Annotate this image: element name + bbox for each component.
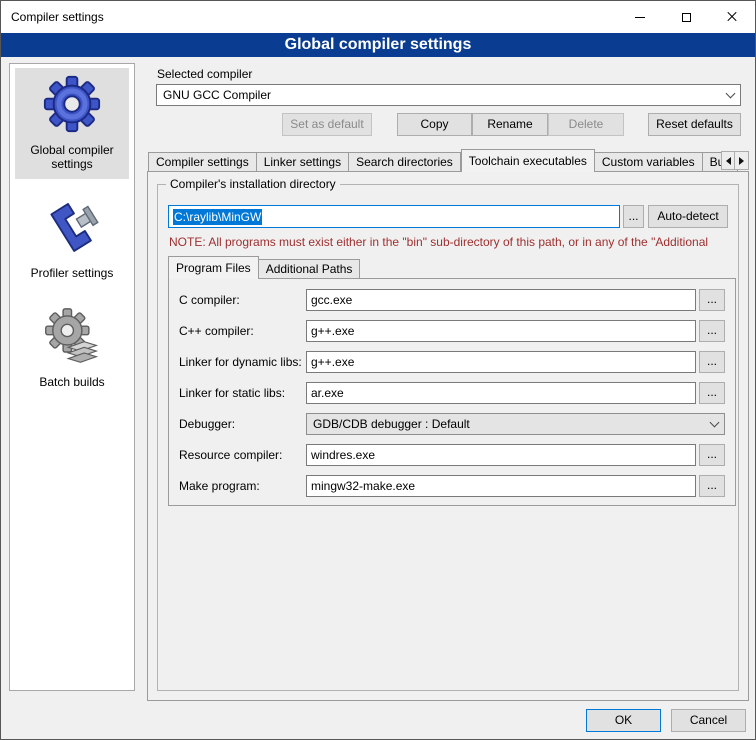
tab-scroll-right-button[interactable]: [735, 151, 749, 170]
make-program-label: Make program:: [179, 479, 306, 493]
resource-compiler-label: Resource compiler:: [179, 448, 306, 462]
sidebar-item-label: Batch builds: [17, 375, 127, 389]
cpp-compiler-label: C++ compiler:: [179, 324, 306, 338]
cancel-button[interactable]: Cancel: [671, 709, 746, 732]
compiler-actions: Set as default Copy Rename Delete Reset …: [156, 113, 741, 136]
tab-program-files[interactable]: Program Files: [168, 256, 259, 279]
selected-compiler-label: Selected compiler: [157, 67, 252, 81]
grey-gear-stack-icon: [42, 307, 102, 367]
window-title: Compiler settings: [11, 10, 104, 24]
sidebar-item-label: Profiler settings: [17, 266, 127, 280]
debugger-value: GDB/CDB debugger : Default: [313, 417, 470, 431]
field-row-debugger: Debugger: GDB/CDB debugger : Default: [179, 413, 725, 435]
program-files-panel: C compiler: ... C++ compiler: ... Linker…: [168, 278, 736, 506]
tab-scroll-buttons: [721, 151, 749, 170]
cpp-compiler-input[interactable]: [306, 320, 696, 342]
resource-compiler-browse-button[interactable]: ...: [699, 444, 725, 466]
installation-directory-row: C:\raylib\MinGW ... Auto-detect: [168, 205, 728, 228]
browse-directory-button[interactable]: ...: [623, 205, 644, 228]
arrow-left-icon: [726, 157, 731, 165]
delete-button: Delete: [548, 113, 624, 136]
tab-toolchain-executables[interactable]: Toolchain executables: [461, 149, 595, 172]
chevron-down-icon: [720, 85, 740, 105]
dynamic-linker-browse-button[interactable]: ...: [699, 351, 725, 373]
rename-button[interactable]: Rename: [472, 113, 548, 136]
c-compiler-input[interactable]: [306, 289, 696, 311]
debugger-label: Debugger:: [179, 417, 306, 431]
installation-directory-selected-text: C:\raylib\MinGW: [173, 209, 262, 225]
minimize-icon: [635, 17, 645, 18]
resource-compiler-input[interactable]: [306, 444, 696, 466]
titlebar: Compiler settings: [1, 1, 755, 33]
blue-gear-icon: [41, 73, 103, 135]
compiler-settings-dialog: Compiler settings Global compiler settin…: [0, 0, 756, 740]
bin-subdirectory-note: NOTE: All programs must exist either in …: [169, 235, 732, 249]
dynamic-linker-label: Linker for dynamic libs:: [179, 355, 306, 369]
sidebar-item-profiler-settings[interactable]: Profiler settings: [15, 193, 129, 288]
static-linker-input[interactable]: [306, 382, 696, 404]
c-compiler-browse-button[interactable]: ...: [699, 289, 725, 311]
tab-scroll-left-button[interactable]: [721, 151, 735, 170]
close-icon: [726, 11, 738, 23]
page-title: Global compiler settings: [1, 33, 755, 57]
installation-directory-input[interactable]: C:\raylib\MinGW: [168, 205, 620, 228]
sidebar-item-batch-builds[interactable]: Batch builds: [15, 302, 129, 397]
installation-directory-group-title: Compiler's installation directory: [166, 177, 340, 191]
tab-search-directories[interactable]: Search directories: [349, 152, 461, 172]
toolchain-executables-panel: Compiler's installation directory C:\ray…: [147, 171, 749, 701]
cpp-compiler-browse-button[interactable]: ...: [699, 320, 725, 342]
dynamic-linker-input[interactable]: [306, 351, 696, 373]
debugger-dropdown[interactable]: GDB/CDB debugger : Default: [306, 413, 725, 435]
settings-tab-bar: Compiler settings Linker settings Search…: [148, 149, 749, 172]
reset-defaults-button[interactable]: Reset defaults: [648, 113, 741, 136]
ok-button[interactable]: OK: [586, 709, 661, 732]
field-row-make-program: Make program: ...: [179, 475, 725, 497]
caption-buttons: [617, 1, 755, 33]
tab-additional-paths[interactable]: Additional Paths: [259, 259, 361, 279]
tab-linker-settings[interactable]: Linker settings: [257, 152, 349, 172]
field-row-dynamic-linker: Linker for dynamic libs: ...: [179, 351, 725, 373]
tab-compiler-settings[interactable]: Compiler settings: [148, 152, 257, 172]
program-files-tab-bar: Program Files Additional Paths: [168, 256, 360, 279]
field-row-resource-compiler: Resource compiler: ...: [179, 444, 725, 466]
sidebar-item-global-compiler-settings[interactable]: Global compiler settings: [15, 68, 129, 179]
maximize-icon: [682, 13, 691, 22]
field-row-cpp-compiler: C++ compiler: ...: [179, 320, 725, 342]
installation-directory-groupbox: Compiler's installation directory C:\ray…: [157, 184, 739, 691]
static-linker-browse-button[interactable]: ...: [699, 382, 725, 404]
auto-detect-button[interactable]: Auto-detect: [648, 205, 728, 228]
chevron-down-icon: [704, 414, 724, 434]
set-as-default-button: Set as default: [282, 113, 372, 136]
field-row-static-linker: Linker for static libs: ...: [179, 382, 725, 404]
close-button[interactable]: [709, 1, 755, 33]
tab-custom-variables[interactable]: Custom variables: [595, 152, 703, 172]
arrow-right-icon: [739, 157, 744, 165]
profiler-clamp-icon: [42, 198, 102, 258]
minimize-button[interactable]: [617, 1, 663, 33]
static-linker-label: Linker for static libs:: [179, 386, 306, 400]
make-program-input[interactable]: [306, 475, 696, 497]
field-row-c-compiler: C compiler: ...: [179, 289, 725, 311]
selected-compiler-dropdown[interactable]: GNU GCC Compiler: [156, 84, 741, 106]
selected-compiler-value: GNU GCC Compiler: [163, 88, 271, 102]
copy-button[interactable]: Copy: [397, 113, 472, 136]
settings-sidebar: Global compiler settings Profiler settin…: [9, 63, 135, 691]
make-program-browse-button[interactable]: ...: [699, 475, 725, 497]
sidebar-item-label: Global compiler settings: [17, 143, 127, 171]
c-compiler-label: C compiler:: [179, 293, 306, 307]
maximize-button[interactable]: [663, 1, 709, 33]
